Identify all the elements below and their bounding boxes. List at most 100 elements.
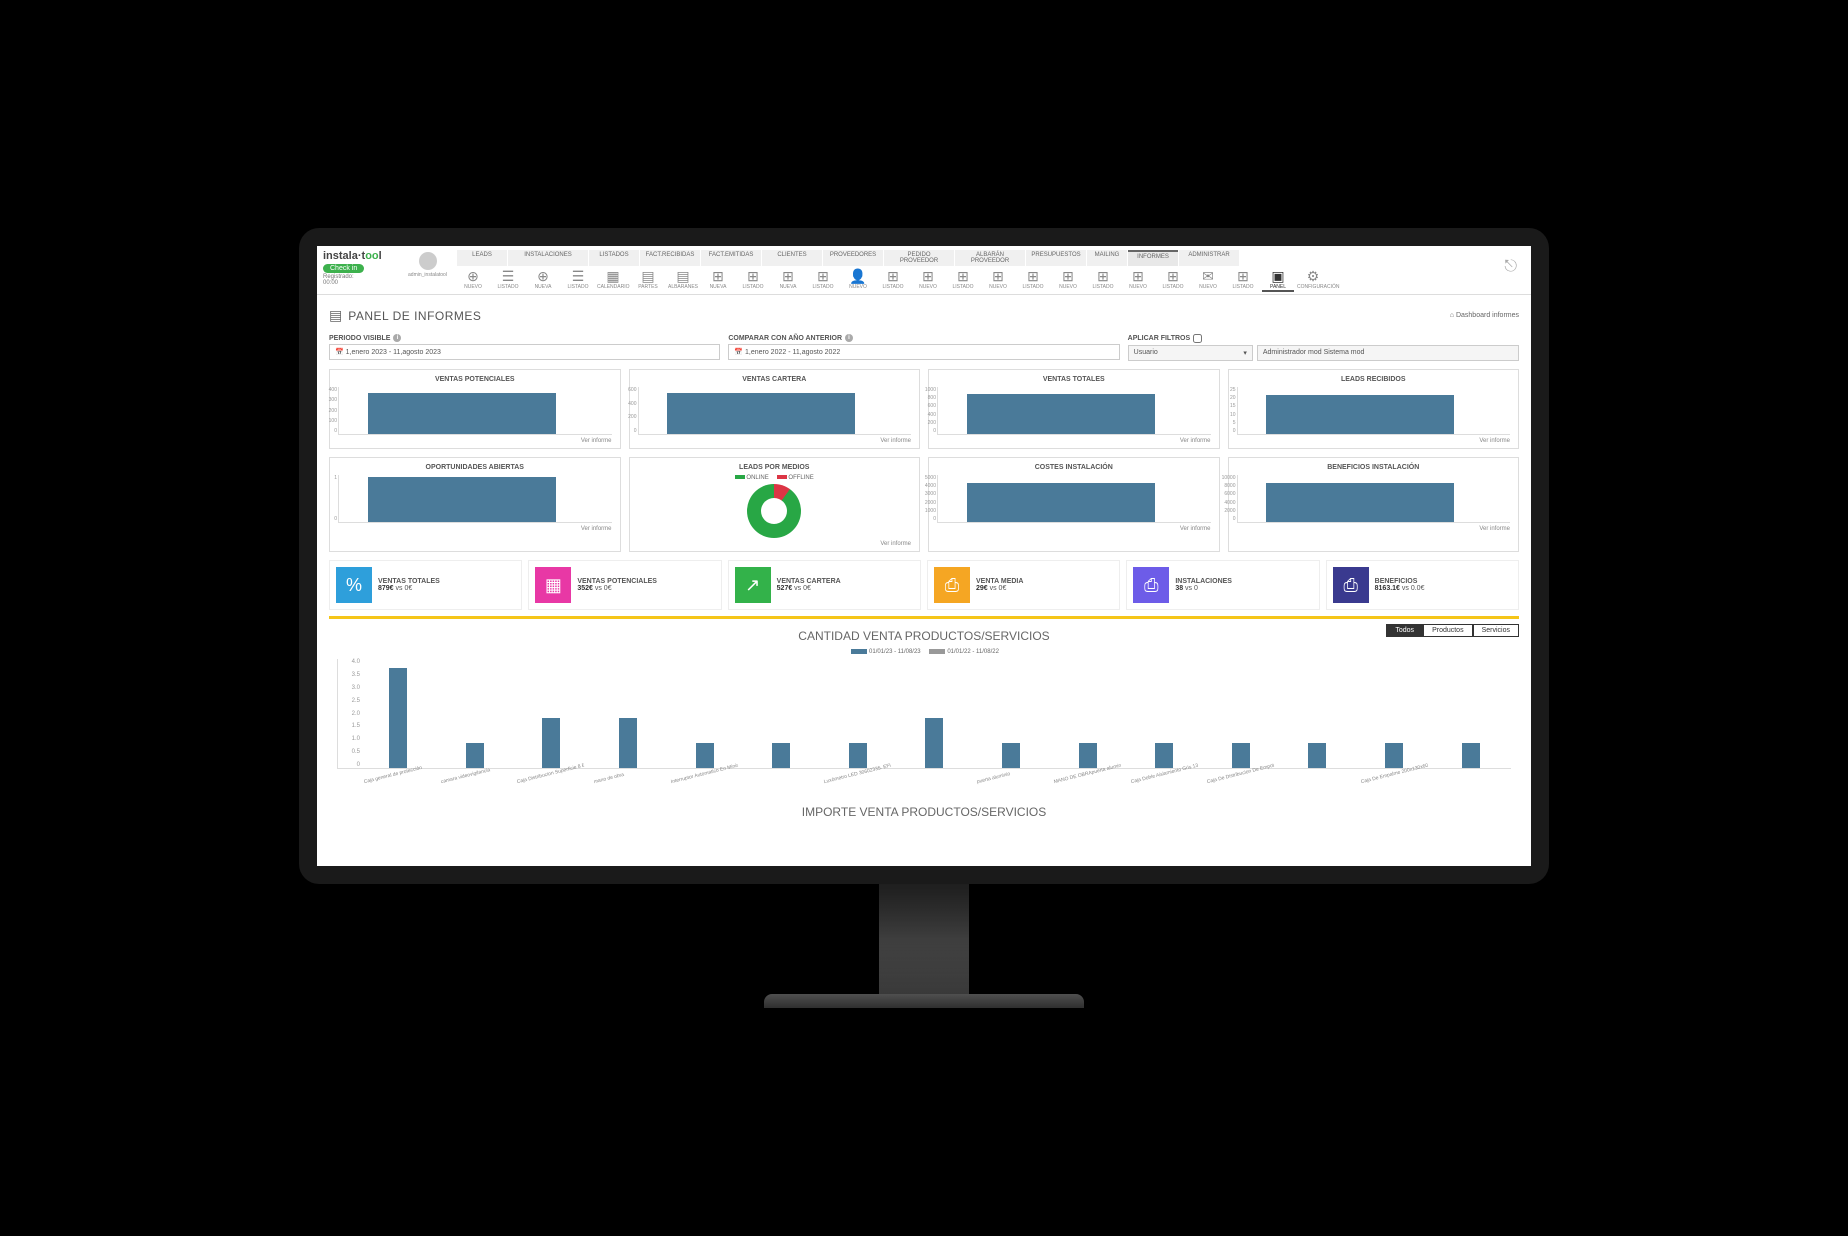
ver-informe-link[interactable]: Ver informe <box>638 541 912 547</box>
avatar <box>419 252 437 270</box>
tab-clientes[interactable]: CLIENTES <box>762 250 822 266</box>
tile-icon: ⎙ <box>934 567 970 603</box>
tab-presupuestos[interactable]: PRESUPUESTOS <box>1026 250 1086 266</box>
tile-label: VENTA MEDIA <box>976 578 1023 585</box>
logo-block: instala·tool Check in Registrado:00:00 <box>323 250 398 286</box>
tab-headers: LEADS INSTALACIONES LISTADOS FACT.RECIBI… <box>457 250 1502 266</box>
ver-informe-link[interactable]: Ver informe <box>1237 526 1511 532</box>
tool-listado-mail[interactable]: ⊞LISTADO <box>1227 268 1259 292</box>
tool-nuevo-prov[interactable]: ⊞NUEVO <box>912 268 944 292</box>
tool-config[interactable]: ⚙CONFIGURACIÓN <box>1297 268 1329 292</box>
tab-listados[interactable]: LISTADOS <box>589 250 639 266</box>
donut-chart <box>747 484 801 538</box>
chart-filter-buttons: TodosProductosServicios <box>1386 627 1519 634</box>
ver-informe-link[interactable]: Ver informe <box>937 526 1211 532</box>
tile-label: BENEFICIOS <box>1375 578 1425 585</box>
period-label: PERIODO VISIBLEi <box>329 334 720 342</box>
tool-nuevo-cli[interactable]: 👤NUEVO <box>842 268 874 292</box>
filter-servicios[interactable]: Servicios <box>1473 624 1519 637</box>
tab-mailing[interactable]: MAILING <box>1087 250 1127 266</box>
ver-informe-link[interactable]: Ver informe <box>338 526 612 532</box>
card-title: LEADS POR MEDIOS <box>638 464 912 471</box>
mini-card: OPORTUNIDADES ABIERTAS10Ver informe <box>329 457 621 552</box>
tile-icon: ⎙ <box>1133 567 1169 603</box>
logout-icon[interactable]: ⎋ <box>1504 250 1525 276</box>
stat-tile: %VENTAS TOTALES879€ vs 0€ <box>329 560 522 610</box>
tool-nuevo-lead[interactable]: ⊕NUEVO <box>457 268 489 292</box>
tool-nueva-inst[interactable]: ⊕NUEVA <box>527 268 559 292</box>
tool-listado-1[interactable]: ⊞LISTADO <box>737 268 769 292</box>
tool-nuevo-pp[interactable]: ⊞NUEVO <box>982 268 1014 292</box>
stat-tile: ▦VENTAS POTENCIALES352€ vs 0€ <box>528 560 721 610</box>
user-block[interactable]: admin_instalatool <box>400 250 455 278</box>
tab-fact-emitidas[interactable]: FACT.EMITIDAS <box>701 250 761 266</box>
stat-tile: ⎙ VENTA MEDIA29€ vs 0€ <box>927 560 1120 610</box>
apply-filters-label: APLICAR FILTROS <box>1128 334 1519 343</box>
tab-proveedores[interactable]: PROVEEDORES <box>823 250 883 266</box>
mini-bar-chart: 6004002000 <box>638 387 912 435</box>
mini-bar-chart: 10008006004002000 <box>937 387 1211 435</box>
tool-listado-leads[interactable]: ☰LISTADO <box>492 268 524 292</box>
info-icon[interactable]: i <box>845 334 853 342</box>
tab-instalaciones[interactable]: INSTALACIONES <box>508 250 588 266</box>
tile-value: 527€ vs 0€ <box>777 585 841 592</box>
filter-todos[interactable]: Todos <box>1386 624 1423 637</box>
tile-label: VENTAS POTENCIALES <box>577 578 657 585</box>
filter-productos[interactable]: Productos <box>1423 624 1473 637</box>
tab-informes[interactable]: INFORMES <box>1128 250 1178 266</box>
big-bar-chart: 4.03.53.02.52.01.51.00.50 <box>337 659 1511 769</box>
tool-listado-2[interactable]: ⊞LISTADO <box>807 268 839 292</box>
tool-listado-pp[interactable]: ⊞LISTADO <box>1017 268 1049 292</box>
tool-nuevo-mail[interactable]: ✉NUEVO <box>1192 268 1224 292</box>
ver-informe-link[interactable]: Ver informe <box>1237 438 1511 444</box>
second-chart-title: IMPORTE VENTA PRODUCTOS/SERVICIOS <box>329 805 1519 819</box>
tool-listado-cli[interactable]: ⊞LISTADO <box>877 268 909 292</box>
tool-calendario[interactable]: ▦CALENDARIO <box>597 268 629 292</box>
tool-nuevo-ap[interactable]: ⊞NUEVO <box>1052 268 1084 292</box>
tab-albaran-proveedor[interactable]: ALBARÁN PROVEEDOR <box>955 250 1025 266</box>
mini-bar-chart: 1000080006000400020000 <box>1237 475 1511 523</box>
reports-icon: ▤ <box>329 307 342 324</box>
tool-panel[interactable]: ▣PANEL <box>1262 268 1294 292</box>
mini-bar-chart: 2520151050 <box>1237 387 1511 435</box>
tab-pedido-proveedor[interactable]: PEDIDO PROVEEDOR <box>884 250 954 266</box>
ver-informe-link[interactable]: Ver informe <box>937 438 1211 444</box>
mini-card: VENTAS CARTERA 6004002000 Ver informe <box>629 369 921 449</box>
breadcrumb[interactable]: ⌂ Dashboard informes <box>1450 312 1519 319</box>
mini-bar-chart: 10 <box>338 475 612 523</box>
apply-filters-checkbox[interactable] <box>1193 334 1202 343</box>
card-title: BENEFICIOS INSTALACIÓN <box>1237 464 1511 471</box>
ver-informe-link[interactable]: Ver informe <box>338 438 612 444</box>
period-input[interactable]: 📅 1,enero 2023 - 11,agosto 2023 <box>329 344 720 360</box>
tab-fact-recibidas[interactable]: FACT.RECIBIDAS <box>640 250 700 266</box>
tile-value: 29€ vs 0€ <box>976 585 1023 592</box>
card-title: LEADS RECIBIDOS <box>1237 376 1511 383</box>
card-title: VENTAS POTENCIALES <box>338 376 612 383</box>
tool-listado-pres[interactable]: ⊞LISTADO <box>1157 268 1189 292</box>
info-icon[interactable]: i <box>393 334 401 342</box>
tab-administrar[interactable]: ADMINISTRAR <box>1179 250 1239 266</box>
compare-input[interactable]: 📅 1,enero 2022 - 11,agosto 2022 <box>728 344 1119 360</box>
checkin-badge[interactable]: Check in <box>323 264 364 273</box>
donut-legend: ONLINE OFFLINE <box>735 475 814 481</box>
tool-partes[interactable]: ▤PARTES <box>632 268 664 292</box>
filter-user-select[interactable]: Administrador mod Sistema mod <box>1257 345 1519 361</box>
tool-nueva-2[interactable]: ⊞NUEVA <box>772 268 804 292</box>
tile-value: 879€ vs 0€ <box>378 585 440 592</box>
card-title: VENTAS CARTERA <box>638 376 912 383</box>
filter-group-select[interactable]: Usuario ▾ <box>1128 345 1253 361</box>
mini-card: VENTAS TOTALES 10008006004002000 Ver infor… <box>928 369 1220 449</box>
tool-listado-inst[interactable]: ☰LISTADO <box>562 268 594 292</box>
mini-card: VENTAS POTENCIALES4003002001000Ver infor… <box>329 369 621 449</box>
tool-listado-ap[interactable]: ⊞LISTADO <box>1087 268 1119 292</box>
app-logo: instala·tool <box>323 250 398 262</box>
ver-informe-link[interactable]: Ver informe <box>638 438 912 444</box>
tool-nueva-1[interactable]: ⊞NUEVA <box>702 268 734 292</box>
tool-albaranes[interactable]: ▤ALBARANES <box>667 268 699 292</box>
tab-leads[interactable]: LEADS <box>457 250 507 266</box>
tool-listado-prov[interactable]: ⊞LISTADO <box>947 268 979 292</box>
tool-nuevo-pres[interactable]: ⊞NUEVO <box>1122 268 1154 292</box>
tile-value: 38 vs 0 <box>1175 585 1232 592</box>
mini-card: LEADS POR MEDIOS ONLINE OFFLINE Ver infor… <box>629 457 921 552</box>
card-title: VENTAS TOTALES <box>937 376 1211 383</box>
